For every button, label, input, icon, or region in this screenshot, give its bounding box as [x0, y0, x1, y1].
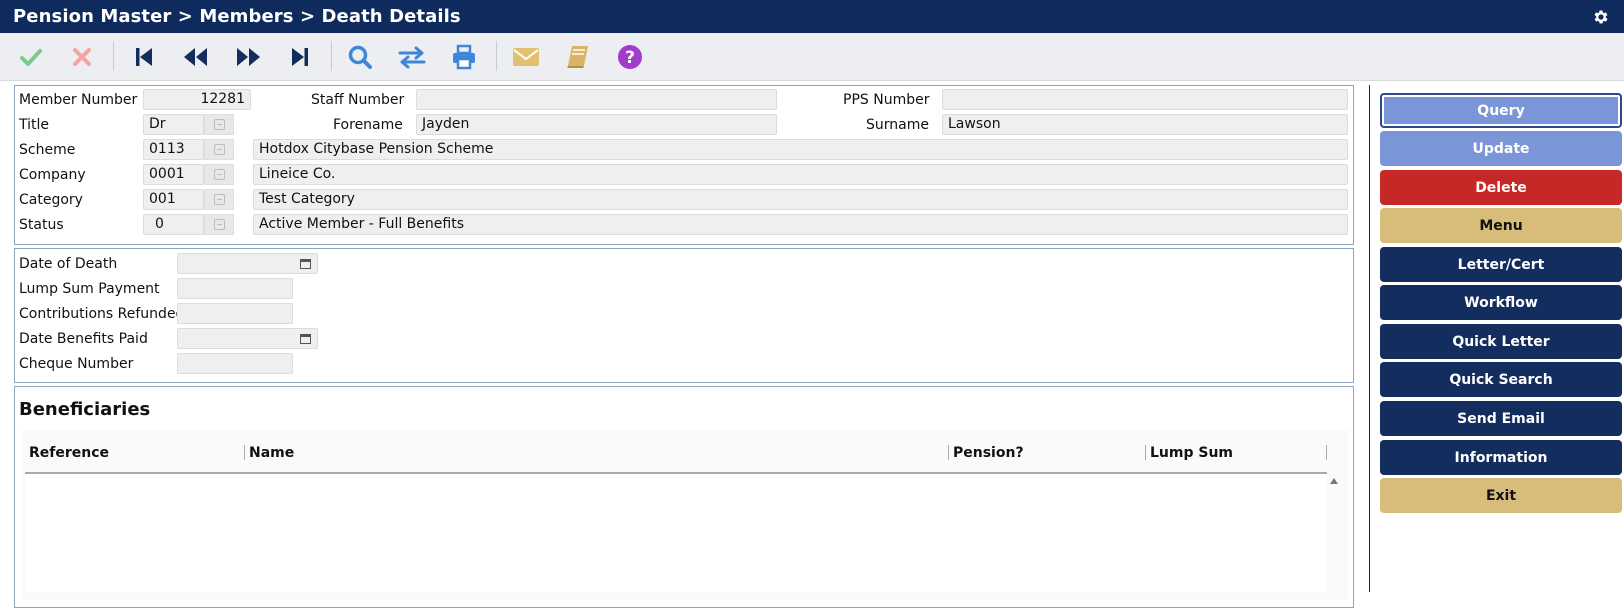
search-icon[interactable] — [345, 42, 375, 72]
last-record-icon[interactable] — [285, 42, 315, 72]
cheque-number-label: Cheque Number — [19, 356, 134, 372]
staff-number-field[interactable] — [416, 89, 777, 110]
column-header-reference[interactable]: Reference — [29, 445, 109, 461]
grid-body — [25, 474, 1327, 592]
column-header-lump-sum[interactable]: Lump Sum — [1150, 445, 1233, 461]
previous-record-icon[interactable] — [181, 42, 211, 72]
delete-button[interactable]: Delete — [1380, 170, 1622, 205]
status-name-field: Active Member - Full Benefits — [253, 214, 1348, 235]
title-label: Title — [19, 117, 50, 133]
column-header-pension[interactable]: Pension? — [953, 445, 1024, 461]
book-icon[interactable] — [563, 42, 593, 72]
lookup-icon — [213, 119, 225, 130]
status-code-field[interactable]: 0 — [143, 214, 204, 235]
toolbar: ? — [0, 33, 1624, 81]
query-button[interactable]: Query — [1380, 93, 1622, 128]
surname-field[interactable]: Lawson — [942, 114, 1348, 135]
cheque-number-field[interactable] — [177, 353, 293, 374]
contributions-refunded-label: Contributions Refunded — [19, 306, 185, 322]
help-icon[interactable]: ? — [615, 42, 645, 72]
lookup-icon — [213, 194, 225, 205]
email-icon[interactable] — [511, 42, 541, 72]
information-button[interactable]: Information — [1380, 440, 1622, 475]
scheme-lookup-button[interactable] — [204, 139, 234, 160]
send-email-button[interactable]: Send Email — [1380, 401, 1622, 436]
cancel-icon[interactable] — [67, 42, 97, 72]
quick-search-button[interactable]: Quick Search — [1380, 362, 1622, 397]
status-label: Status — [19, 217, 64, 233]
staff-number-label: Staff Number — [311, 92, 405, 108]
category-lookup-button[interactable] — [204, 189, 234, 210]
category-code-field[interactable]: 001 — [143, 189, 204, 210]
company-name-field: Lineice Co. — [253, 164, 1348, 185]
category-name-field: Test Category — [253, 189, 1348, 210]
status-lookup-button[interactable] — [204, 214, 234, 235]
page-title: Pension Master > Members > Death Details — [13, 6, 461, 27]
date-benefits-paid-label: Date Benefits Paid — [19, 331, 148, 347]
calendar-icon[interactable] — [300, 333, 311, 344]
pps-number-label: PPS Number — [843, 92, 930, 108]
forename-field[interactable]: Jayden — [416, 114, 777, 135]
member-number-label: Member Number — [19, 92, 138, 108]
scheme-label: Scheme — [19, 142, 76, 158]
lookup-icon — [213, 219, 225, 230]
workflow-button[interactable]: Workflow — [1380, 285, 1622, 320]
date-benefits-paid-field[interactable] — [177, 328, 318, 349]
member-number-field[interactable]: 12281 — [143, 89, 251, 110]
forename-label: Forename — [333, 117, 403, 133]
svg-text:?: ? — [625, 48, 635, 68]
company-code-field[interactable]: 0001 — [143, 164, 204, 185]
lookup-icon — [213, 169, 225, 180]
contributions-refunded-field[interactable] — [177, 303, 293, 324]
letter-cert-button[interactable]: Letter/Cert — [1380, 247, 1622, 282]
company-label: Company — [19, 167, 86, 183]
update-button[interactable]: Update — [1380, 131, 1622, 166]
quick-letter-button[interactable]: Quick Letter — [1380, 324, 1622, 359]
exit-button[interactable]: Exit — [1380, 478, 1622, 513]
first-record-icon[interactable] — [129, 42, 159, 72]
category-label: Category — [19, 192, 83, 208]
surname-label: Surname — [866, 117, 929, 133]
next-record-icon[interactable] — [233, 42, 263, 72]
pps-number-field[interactable] — [942, 89, 1348, 110]
menu-button[interactable]: Menu — [1380, 208, 1622, 243]
calendar-icon[interactable] — [300, 258, 311, 269]
scheme-code-field[interactable]: 0113 — [143, 139, 204, 160]
swap-icon[interactable] — [397, 42, 427, 72]
lump-sum-payment-field[interactable] — [177, 278, 293, 299]
title-bar: Pension Master > Members > Death Details — [0, 0, 1624, 33]
company-lookup-button[interactable] — [204, 164, 234, 185]
check-icon[interactable] — [16, 42, 46, 72]
title-field[interactable]: Dr — [143, 114, 204, 135]
beneficiaries-heading: Beneficiaries — [19, 399, 151, 420]
scroll-up-icon[interactable] — [1329, 477, 1339, 485]
title-lookup-button[interactable] — [204, 114, 234, 135]
gear-icon[interactable] — [1592, 8, 1610, 26]
print-icon[interactable] — [449, 42, 479, 72]
sidebar-divider — [1369, 85, 1370, 592]
lookup-icon — [213, 144, 225, 155]
scheme-name-field: Hotdox Citybase Pension Scheme — [253, 139, 1348, 160]
date-of-death-field[interactable] — [177, 253, 318, 274]
column-header-name[interactable]: Name — [249, 445, 294, 461]
lump-sum-payment-label: Lump Sum Payment — [19, 281, 160, 297]
date-of-death-label: Date of Death — [19, 256, 118, 272]
